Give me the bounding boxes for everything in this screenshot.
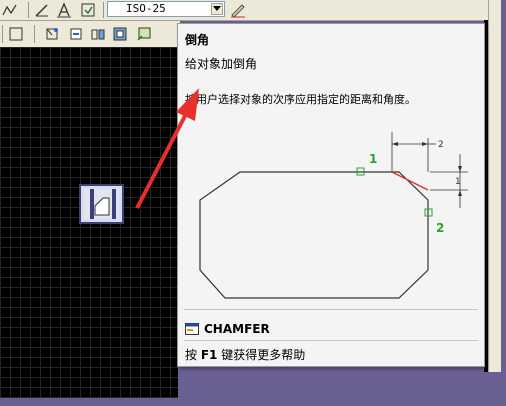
illustration-label-second: 2 (436, 221, 444, 235)
chamfer-icon (84, 189, 119, 219)
chamfer-illustration: 2 1 1 2 (199, 132, 468, 299)
command-icon (185, 323, 199, 335)
chevron-down-icon[interactable] (211, 3, 223, 15)
toolbar-separator (103, 2, 104, 18)
help-prefix: 按 (185, 348, 198, 362)
dimstyle-icon[interactable] (230, 2, 246, 18)
dimension-update-icon[interactable] (80, 2, 96, 18)
help-key: F1 (200, 348, 218, 362)
toolbar-separator (28, 2, 29, 18)
tooltip-divider (184, 340, 478, 341)
illustration-dim-arrow (392, 142, 398, 146)
vertical-scrollbar[interactable] (488, 0, 501, 372)
linear-dimension-icon[interactable] (2, 2, 18, 18)
tooltip-subtitle: 给对象加倒角 (185, 57, 258, 71)
dimension-edit-icon[interactable] (34, 2, 50, 18)
dimension-toolbar: ISO-25 (0, 0, 500, 21)
illustration-dim-arrow (458, 190, 462, 196)
grip-icon (8, 26, 24, 42)
toolbar-separator (2, 25, 3, 43)
toolbar-separator (34, 25, 35, 43)
tooltip-divider (184, 309, 478, 310)
command-name: CHAMFER (204, 322, 270, 336)
wipeout-icon[interactable] (112, 26, 128, 42)
dimstyle-value: ISO-25 (126, 2, 166, 15)
draw-toolbar (0, 21, 180, 48)
help-suffix: 键获得更多帮助 (221, 348, 306, 362)
insert-icon[interactable] (68, 26, 84, 42)
block-icon[interactable] (44, 26, 60, 42)
tooltip-help-text: 按 F1 键获得更多帮助 (185, 346, 305, 363)
tooltip-description: 按用户选择对象的次序应用指定的距离和角度。 (185, 93, 416, 106)
illustration-label-first: 1 (369, 152, 377, 166)
illustration-chamfer-line (391, 171, 429, 191)
cloud-icon[interactable] (136, 26, 152, 42)
illustration-shape (199, 171, 429, 299)
dimension-text-edit-icon[interactable] (56, 2, 72, 18)
dimstyle-select[interactable]: ISO-25 (107, 1, 225, 17)
illustration-label-dist-top: 2 (438, 140, 444, 150)
region-icon[interactable] (90, 26, 106, 42)
illustration-dim-arrow (422, 142, 428, 146)
command-tooltip: 倒角 给对象加倒角 按用户选择对象的次序应用指定的距离和角度。 2 1 1 2 (177, 23, 485, 367)
chamfer-button[interactable] (79, 184, 124, 224)
tooltip-command-row: CHAMFER (185, 321, 270, 337)
window-border-bottom (0, 398, 500, 404)
tooltip-title: 倒角 (185, 33, 210, 47)
illustration-label-dist-side: 1 (455, 177, 461, 187)
illustration-dim-arrow (458, 166, 462, 172)
